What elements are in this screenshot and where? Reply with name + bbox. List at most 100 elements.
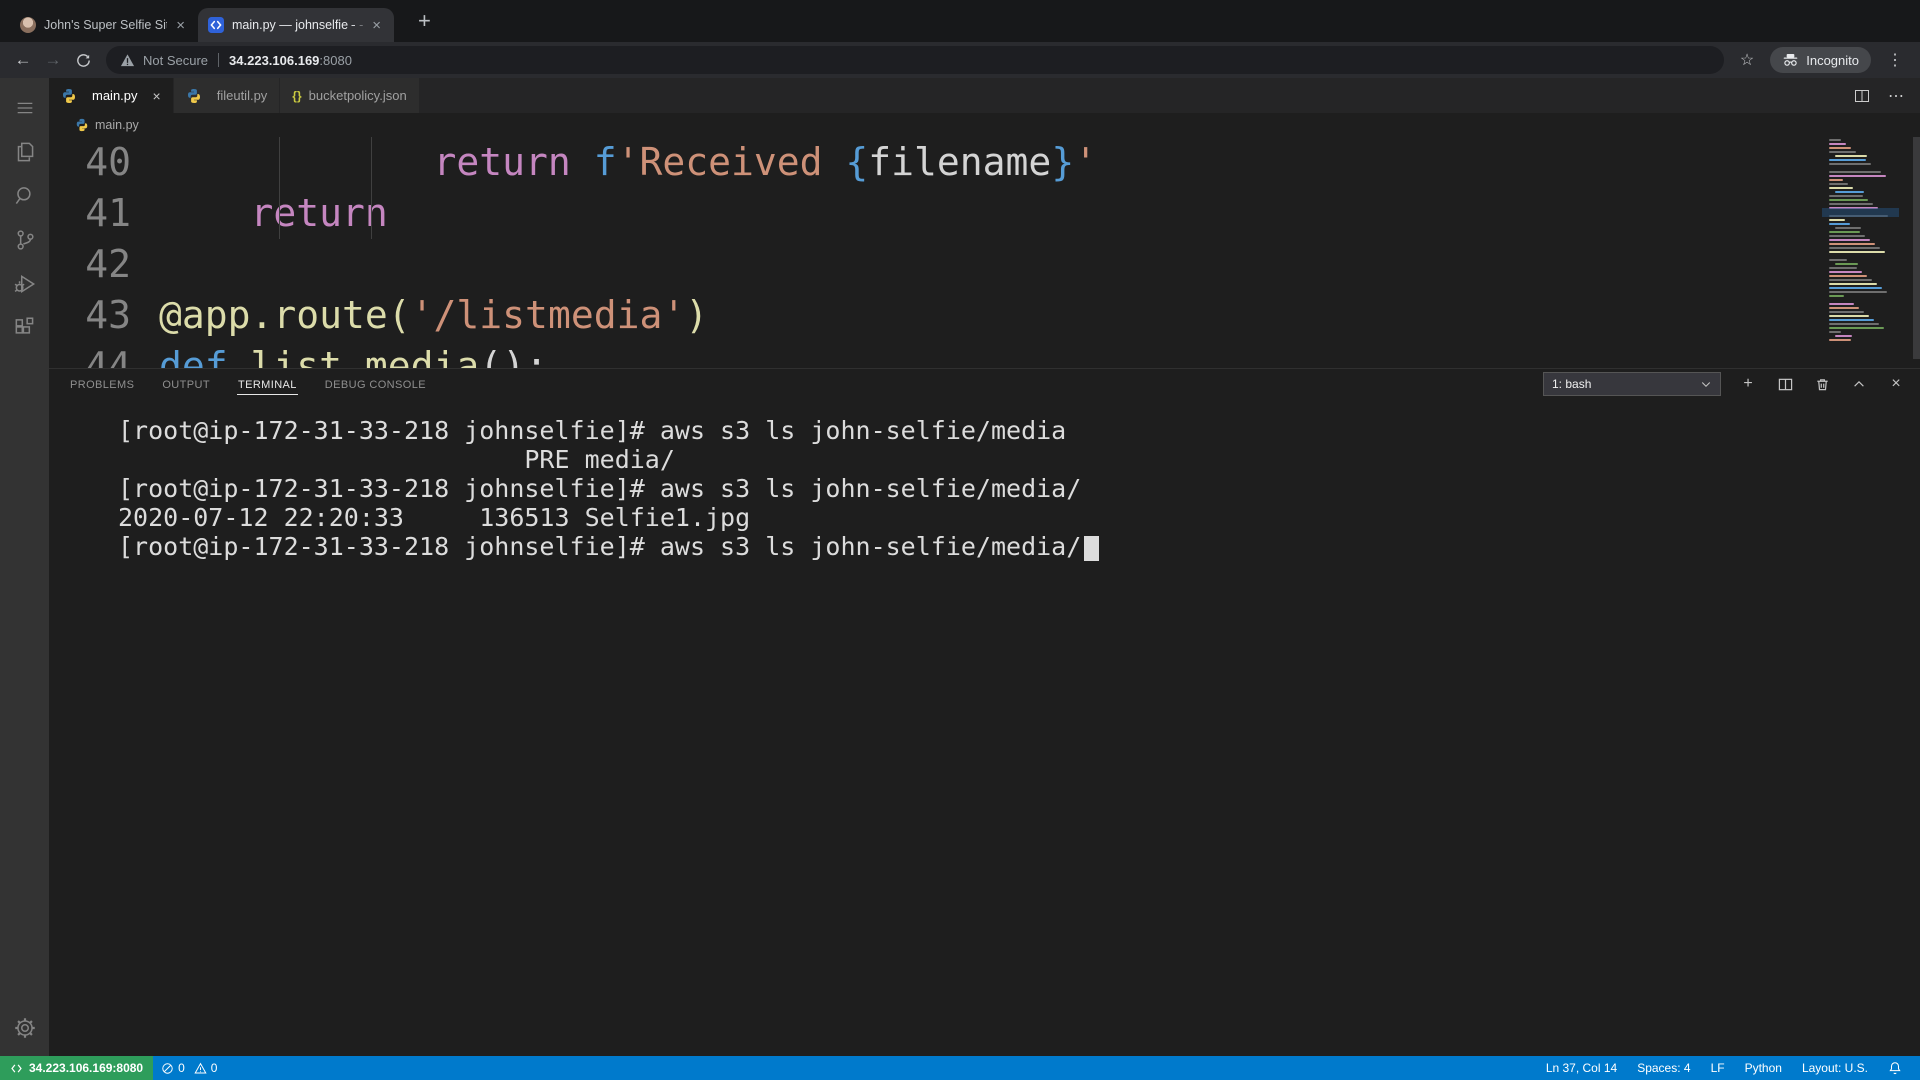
error-icon — [161, 1062, 174, 1075]
sidebar-item-run-debug[interactable] — [0, 262, 49, 306]
application-menu-button[interactable] — [0, 86, 49, 130]
language-mode[interactable]: Python — [1735, 1056, 1792, 1080]
new-terminal-button[interactable]: + — [1738, 374, 1758, 394]
hamburger-menu-icon — [14, 97, 36, 119]
error-count: 0 — [178, 1061, 185, 1075]
indentation-setting[interactable]: Spaces: 4 — [1627, 1056, 1700, 1080]
minimap-bar — [1829, 183, 1848, 185]
files-icon — [12, 139, 38, 165]
code-line: 41 return — [49, 188, 1920, 239]
split-terminal-button[interactable] — [1775, 374, 1795, 394]
minimap-bar — [1829, 283, 1877, 285]
minimap-bar — [1829, 247, 1880, 249]
screen: John's Super Selfie Site × main.py — joh… — [0, 0, 1920, 1080]
incognito-icon — [1782, 53, 1799, 67]
minimap[interactable] — [1827, 139, 1893, 347]
maximize-panel-button[interactable] — [1849, 374, 1869, 394]
minimap-bar — [1829, 199, 1868, 201]
bookmark-star-icon[interactable]: ☆ — [1732, 50, 1762, 70]
minimap-bar — [1829, 275, 1867, 277]
sidebar-item-search[interactable] — [0, 174, 49, 218]
minimap-bar — [1829, 251, 1885, 253]
close-panel-button[interactable]: × — [1886, 374, 1906, 394]
terminal-cursor — [1084, 536, 1099, 561]
remote-indicator[interactable]: 34.223.106.169:8080 — [0, 1056, 153, 1080]
line-number: 43 — [49, 290, 159, 341]
split-editor-icon[interactable] — [1854, 88, 1870, 104]
problems-status[interactable]: 0 0 — [153, 1056, 225, 1080]
editor-scrollbar[interactable] — [1913, 137, 1920, 359]
source-control-icon — [12, 227, 38, 253]
panel-tab-output[interactable]: OUTPUT — [161, 374, 211, 395]
editor-tab-bucketpolicy-json[interactable]: {} bucketpolicy.json — [280, 78, 419, 113]
browser-tab-title: main.py — johnselfie — Code — [232, 18, 355, 32]
sidebar-item-source-control[interactable] — [0, 218, 49, 262]
python-file-icon — [75, 118, 89, 132]
not-secure-warning-icon — [120, 53, 135, 68]
code-line: 43@app.route('/listmedia') — [49, 290, 1920, 341]
editor-tab-main-py[interactable]: main.py × — [49, 78, 174, 113]
notifications-button[interactable] — [1878, 1056, 1912, 1080]
settings-gear-button[interactable] — [0, 1006, 49, 1050]
minimap-bar — [1829, 163, 1871, 165]
eol-setting[interactable]: LF — [1701, 1056, 1735, 1080]
browser-tab-code-server[interactable]: main.py — johnselfie — Code - × — [198, 8, 394, 42]
reload-button[interactable] — [68, 45, 98, 75]
browser-tab-title: John's Super Selfie Site — [44, 18, 167, 32]
address-host[interactable]: 34.223.106.169 — [229, 53, 319, 68]
code-lines: 40 return f'Received {filename}'41 retur… — [49, 137, 1920, 368]
panel-header: PROBLEMS OUTPUT TERMINAL DEBUG CONSOLE 1… — [49, 369, 1920, 399]
minimap-highlight — [1822, 208, 1899, 217]
close-icon[interactable]: × — [153, 88, 161, 104]
minimap-bar — [1829, 259, 1847, 261]
code-editor[interactable]: 40 return f'Received {filename}'41 retur… — [49, 137, 1920, 368]
browser-tab-selfie-site[interactable]: John's Super Selfie Site × — [10, 8, 198, 42]
json-file-icon: {} — [292, 89, 301, 103]
minimap-bar — [1829, 307, 1859, 309]
editor-tab-label: bucketpolicy.json — [309, 88, 407, 103]
kill-terminal-button[interactable] — [1812, 374, 1832, 394]
security-label[interactable]: Not Secure — [143, 53, 208, 68]
panel-actions: 1: bash + — [1543, 372, 1906, 396]
minimap-bar — [1829, 291, 1887, 293]
editor-tab-label: main.py — [92, 88, 138, 103]
code-text: @app.route('/listmedia') — [159, 290, 708, 341]
minimap-bar — [1829, 179, 1843, 181]
panel-tab-problems[interactable]: PROBLEMS — [69, 374, 135, 395]
browser-tabstrip: John's Super Selfie Site × main.py — joh… — [0, 0, 1920, 42]
minimap-bar — [1829, 323, 1879, 325]
sidebar-item-explorer[interactable] — [0, 130, 49, 174]
forward-button[interactable]: → — [38, 45, 68, 75]
breadcrumb[interactable]: main.py — [49, 113, 1920, 137]
minimap-bar — [1829, 231, 1860, 233]
keyboard-layout[interactable]: Layout: U.S. — [1792, 1056, 1878, 1080]
address-bar[interactable]: Not Secure 34.223.106.169 :8080 — [106, 46, 1724, 74]
code-line: 40 return f'Received {filename}' — [49, 137, 1920, 188]
terminal-shell-select[interactable]: 1: bash — [1543, 372, 1721, 396]
cursor-position[interactable]: Ln 37, Col 14 — [1536, 1056, 1627, 1080]
browser-menu-button[interactable]: ⋮ — [1879, 50, 1912, 70]
selfie-site-favicon-icon — [20, 17, 36, 33]
indent-guide — [279, 137, 280, 239]
more-actions-icon[interactable]: ⋯ — [1888, 86, 1904, 106]
bottom-panel: PROBLEMS OUTPUT TERMINAL DEBUG CONSOLE 1… — [49, 368, 1920, 1056]
activity-bar — [0, 78, 49, 1056]
close-icon[interactable]: × — [173, 17, 188, 34]
new-tab-button[interactable]: + — [410, 8, 439, 34]
sidebar-item-extensions[interactable] — [0, 306, 49, 350]
breadcrumb-item[interactable]: main.py — [95, 118, 139, 132]
panel-tab-debug-console[interactable]: DEBUG CONSOLE — [324, 374, 427, 395]
status-bar-right: Ln 37, Col 14 Spaces: 4 LF Python Layout… — [1536, 1056, 1920, 1080]
close-icon[interactable]: × — [369, 17, 384, 34]
back-button[interactable]: ← — [8, 45, 38, 75]
minimap-bar — [1829, 203, 1873, 205]
chevron-down-icon — [1700, 378, 1712, 390]
terminal-line: [root@ip-172-31-33-218 johnselfie]# aws … — [118, 532, 1920, 561]
minimap-bar — [1829, 139, 1841, 141]
editor-tab-label: fileutil.py — [217, 88, 268, 103]
terminal[interactable]: [root@ip-172-31-33-218 johnselfie]# aws … — [49, 399, 1920, 1056]
address-port[interactable]: :8080 — [319, 53, 352, 68]
panel-tab-terminal[interactable]: TERMINAL — [237, 374, 298, 395]
bell-icon — [1888, 1061, 1902, 1075]
editor-tab-fileutil-py[interactable]: fileutil.py — [174, 78, 281, 113]
